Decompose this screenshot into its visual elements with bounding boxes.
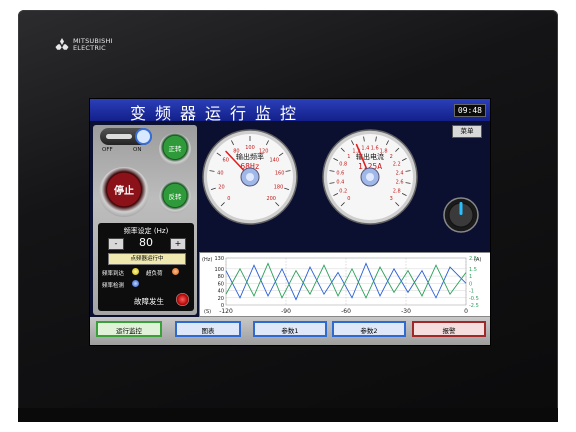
fault-lamp: [176, 293, 189, 306]
gauge-tick-label: 0: [227, 196, 230, 202]
x-tick-label: 0: [464, 308, 468, 315]
toggle-knob: [137, 130, 150, 143]
gauge-tick-label: 40: [217, 170, 223, 176]
gauge-tick-label: 1.6: [371, 145, 379, 151]
gauge-tick-label: 200: [266, 196, 276, 202]
y-right-tick-label: 1.5: [469, 267, 477, 273]
nav-param1-button[interactable]: 参数1: [253, 321, 327, 337]
overload-lamp: [172, 268, 179, 275]
x-tick-label: -30: [401, 308, 411, 315]
nav-chart-button[interactable]: 图表: [175, 321, 241, 337]
gauge-tick-label: 2.8: [393, 189, 401, 195]
x-tick-label: -120: [219, 308, 233, 315]
gauge-hub-center: [366, 173, 374, 181]
gauge-tick-label: 1: [347, 154, 350, 160]
output-current-gauge: 00.20.40.60.811.2 1.4 1.6 1.822.22.42.62.83…: [322, 129, 418, 225]
switch-on-label: ON: [133, 147, 142, 153]
y-left-tick-label: 80: [218, 274, 224, 280]
freq-reached-lamp: [132, 268, 139, 275]
freq-detect-lamp: [132, 280, 139, 287]
fault-label: 故障发生: [134, 297, 164, 306]
gauge-tick-label: 2: [390, 154, 393, 160]
clock-display: 09:48: [453, 104, 486, 117]
gauge-tick-label: 2.6: [396, 180, 404, 186]
brand-logo: MITSUBISHI ELECTRIC: [55, 38, 113, 51]
frequency-setting-panel: 频率设定 (Hz) - 80 + 点频器运行中 频率到达 超负荷 频率检测 故障…: [98, 223, 194, 311]
gauge-tick-label: 60: [223, 157, 229, 163]
y-left-tick-label: 100: [214, 267, 224, 273]
lamp-label-freq-reached: 频率到达: [102, 271, 125, 277]
y-right-unit: (A): [474, 257, 481, 263]
gauge-label: 输出频率: [236, 152, 264, 161]
gauge-tick-label: 2.2: [393, 161, 401, 167]
y-left-tick-label: 60: [218, 281, 224, 287]
jog-run-button[interactable]: 点频器运行中: [108, 253, 186, 265]
gauge-tick-label: 20: [218, 184, 224, 190]
toggle-lever: [106, 134, 132, 139]
reverse-run-button[interactable]: 反转: [159, 181, 191, 213]
y-left-tick-label: 40: [218, 289, 224, 295]
gauge-tick-label: 160: [275, 170, 285, 176]
diamond-logo-icon: [55, 38, 69, 50]
power-toggle-switch[interactable]: [100, 128, 152, 145]
frequency-increase-button[interactable]: +: [170, 238, 186, 250]
gauge-tick-label: 100: [245, 145, 255, 151]
lamp-label-freq-detect: 频率检测: [102, 283, 125, 289]
speed-adjust-knob[interactable]: [443, 195, 479, 235]
stop-button[interactable]: 停止: [99, 167, 149, 217]
gauge-tick-label: 0.2: [339, 189, 347, 195]
gauge-tick-label: 0.6: [336, 170, 344, 176]
device-base: [18, 408, 558, 422]
forward-run-button[interactable]: 正转: [159, 133, 191, 165]
nav-param2-button[interactable]: 参数2: [332, 321, 406, 337]
frequency-value[interactable]: 80: [134, 236, 158, 249]
x-tick-label: -60: [341, 308, 351, 315]
gauge-tick-label: 180: [274, 184, 284, 190]
output-frequency-gauge: 020406080100120140160180200输出频率68Hz: [202, 129, 298, 225]
switch-off-label: OFF: [102, 147, 113, 153]
frequency-decrease-button[interactable]: -: [108, 238, 124, 250]
brand-line2: ELECTRIC: [73, 43, 106, 52]
y-left-tick-label: 0: [221, 303, 224, 309]
y-right-tick-label: -1: [469, 289, 474, 295]
y-right-tick-label: -0.5: [469, 296, 479, 302]
gauge-tick-label: 0.4: [336, 180, 344, 186]
x-tick-label: -90: [281, 308, 291, 315]
lamp-label-overload: 超负荷: [146, 271, 163, 277]
gauge-tick-label: 3: [390, 196, 393, 202]
trend-chart: -120 -90 -60 -30 01301008060402002.51.510-1-…: [199, 252, 490, 317]
gauge-tick-label: 1.4: [361, 145, 369, 151]
nav-run-monitor-button[interactable]: 运行监控: [96, 321, 162, 337]
gauge-tick-label: 0.8: [339, 161, 347, 167]
y-left-tick-label: 130: [214, 256, 224, 262]
nav-alarm-button[interactable]: 报警: [412, 321, 486, 337]
menu-button[interactable]: 菜单: [452, 125, 482, 138]
gauge-tick-label: 0: [347, 196, 350, 202]
hmi-screen: 变频器运行监控 09:48 菜单 OFF ON 正转 停止 反转 频率设定 (H…: [89, 98, 491, 346]
gauge-tick-label: 140: [269, 157, 279, 163]
y-right-tick-label: 1: [469, 274, 472, 280]
y-left-tick-label: 20: [218, 296, 224, 302]
y-right-tick-label: 0: [469, 281, 472, 287]
x-unit: (S): [204, 309, 211, 315]
page-title: 变频器运行监控: [130, 104, 306, 123]
y-right-tick-label: -2.5: [469, 303, 479, 309]
control-panel: OFF ON 正转 停止 反转 频率设定 (Hz) - 80 + 点频器运行中 …: [93, 125, 197, 315]
gauge-hub-center: [246, 173, 254, 181]
title-bar: 变频器运行监控 09:48: [90, 99, 490, 123]
gauge-tick-label: 2.4: [396, 170, 404, 176]
y-left-unit: (Hz): [202, 257, 212, 263]
frequency-setting-title: 频率设定 (Hz): [123, 227, 169, 235]
navigation-bar: 运行监控 图表 参数1 参数2 报警: [90, 317, 490, 345]
